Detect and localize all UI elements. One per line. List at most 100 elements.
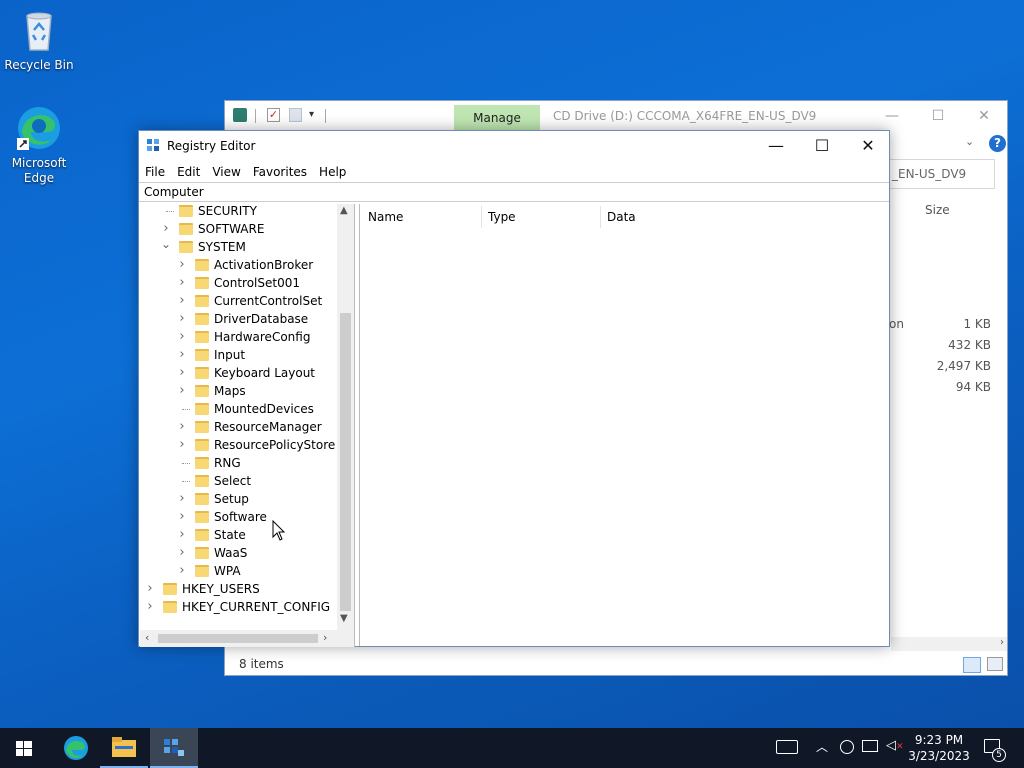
explorer-title-bar[interactable]: ✓ ▾ Manage CD Drive (D:) CCCOMA_X64FRE_E… (225, 101, 1007, 131)
menu-file[interactable]: File (139, 162, 171, 182)
column-header-name[interactable]: Name (368, 210, 403, 224)
tree-node[interactable]: MountedDevices (140, 400, 338, 418)
column-divider[interactable] (481, 206, 482, 228)
chevron-right-icon[interactable]: › (177, 526, 187, 544)
minimize-button[interactable]: — (869, 101, 915, 131)
scrollbar-thumb[interactable] (340, 313, 351, 611)
scroll-left-icon[interactable]: ‹ (145, 631, 149, 644)
chevron-right-icon[interactable]: › (177, 382, 187, 400)
tree-node[interactable]: › WPA (140, 562, 338, 580)
column-header-type[interactable]: Type (488, 210, 516, 224)
system-clock[interactable]: 9:23 PM 3/23/2023 (906, 732, 972, 764)
desktop-icon-recycle-bin[interactable]: Recycle Bin (3, 6, 75, 73)
chevron-right-icon[interactable]: › (177, 364, 187, 382)
tree-node[interactable]: › ResourceManager (140, 418, 338, 436)
file-explorer-icon (112, 737, 136, 757)
large-icons-view-icon[interactable] (987, 657, 1003, 671)
tree-vertical-scrollbar[interactable]: ▲ ▼ (337, 204, 354, 629)
column-header-data[interactable]: Data (607, 210, 636, 224)
checkmark-icon[interactable]: ✓ (267, 108, 280, 122)
chevron-right-icon[interactable]: › (177, 328, 187, 346)
tree-node[interactable]: › HKEY_CURRENT_CONFIG (140, 598, 338, 616)
properties-icon[interactable] (233, 108, 247, 122)
close-button[interactable]: ✕ (845, 131, 891, 161)
chevron-right-icon[interactable]: › (177, 346, 187, 364)
taskbar-edge-button[interactable] (52, 728, 100, 768)
tree-node[interactable]: › HardwareConfig (140, 328, 338, 346)
folder-icon (195, 439, 209, 451)
chevron-right-icon[interactable]: › (177, 544, 187, 562)
minimize-button[interactable]: — (753, 131, 799, 161)
network-icon[interactable] (862, 740, 878, 752)
expand-ribbon-icon[interactable]: ⌄ (965, 135, 974, 148)
tree-node[interactable]: › Setup (140, 490, 338, 508)
help-icon[interactable]: ? (989, 135, 1006, 152)
tree-node[interactable]: › HKEY_USERS (140, 580, 338, 598)
quick-access-dropdown-icon[interactable]: ▾ (309, 109, 314, 120)
toolbar-separator (325, 109, 326, 123)
chevron-right-icon[interactable]: › (177, 436, 187, 454)
maximize-button[interactable]: ☐ (799, 131, 845, 161)
scroll-right-icon[interactable]: › (1000, 637, 1004, 648)
menu-view[interactable]: View (206, 162, 246, 182)
regedit-title-bar[interactable]: Registry Editor — ☐ ✕ (139, 131, 889, 161)
menu-help[interactable]: Help (313, 162, 352, 182)
tree-node[interactable]: › ResourcePolicyStore (140, 436, 338, 454)
scroll-up-icon[interactable]: ▲ (340, 205, 348, 216)
manage-tab[interactable]: Manage (454, 105, 540, 131)
tree-node[interactable]: › Keyboard Layout (140, 364, 338, 382)
tree-horizontal-scrollbar[interactable]: ‹ › (140, 630, 354, 647)
chevron-right-icon[interactable]: › (145, 598, 155, 616)
registry-tree-pane[interactable]: SECURITY › SOFTWARE ⌄ SYSTEM › ActivationBroke… (140, 204, 355, 647)
chevron-right-icon[interactable]: › (177, 562, 187, 580)
registry-address-bar[interactable]: Computer (139, 182, 889, 202)
menu-favorites[interactable]: Favorites (247, 162, 313, 182)
explorer-horizontal-scrollbar[interactable]: › (891, 637, 1007, 651)
maximize-button[interactable]: ☐ (915, 101, 961, 131)
menu-edit[interactable]: Edit (171, 162, 206, 182)
column-divider[interactable] (600, 206, 601, 228)
scroll-down-icon[interactable]: ▼ (340, 613, 348, 624)
tree-node[interactable]: › Maps (140, 382, 338, 400)
new-folder-icon[interactable] (289, 108, 302, 122)
chevron-right-icon[interactable]: › (177, 490, 187, 508)
keyboard-icon[interactable] (776, 740, 798, 754)
scrollbar-corner (337, 629, 354, 646)
chevron-right-icon[interactable]: › (177, 292, 187, 310)
registry-editor-window[interactable]: Registry Editor — ☐ ✕ File Edit View Favori… (138, 130, 890, 647)
details-view-icon[interactable] (963, 657, 981, 673)
size-column-header[interactable]: Size (925, 203, 950, 217)
tree-node[interactable]: Select (140, 472, 338, 490)
show-hidden-icons-icon[interactable]: ︿ (816, 738, 828, 755)
tree-node[interactable]: › State (140, 526, 338, 544)
start-button[interactable] (0, 728, 48, 768)
chevron-right-icon[interactable]: › (177, 256, 187, 274)
explorer-address-bar[interactable]: _EN-US_DV9 (889, 159, 995, 189)
close-button[interactable]: ✕ (961, 101, 1007, 131)
meet-now-icon[interactable] (840, 740, 854, 754)
desktop-icon-microsoft-edge[interactable]: Microsoft Edge (3, 104, 75, 186)
tree-node[interactable]: SECURITY (140, 204, 338, 220)
chevron-right-icon[interactable]: › (177, 418, 187, 436)
tree-node[interactable]: › Input (140, 346, 338, 364)
chevron-right-icon[interactable]: › (145, 580, 155, 598)
tree-node[interactable]: › CurrentControlSet (140, 292, 338, 310)
chevron-right-icon[interactable]: › (177, 274, 187, 292)
tree-node[interactable]: › Software (140, 508, 338, 526)
chevron-down-icon[interactable]: ⌄ (161, 235, 171, 253)
tree-node[interactable]: RNG (140, 454, 338, 472)
taskbar-registry-editor-button[interactable] (150, 728, 198, 768)
tree-node[interactable]: › DriverDatabase (140, 310, 338, 328)
chevron-right-icon[interactable]: › (177, 508, 187, 526)
scroll-right-icon[interactable]: › (323, 631, 327, 644)
taskbar-file-explorer-button[interactable] (100, 728, 148, 768)
tree-node[interactable]: › WaaS (140, 544, 338, 562)
tree-node[interactable]: › ControlSet001 (140, 274, 338, 292)
chevron-right-icon[interactable]: › (177, 310, 187, 328)
tree-node-label: ResourcePolicyStore (214, 438, 336, 452)
tree-node[interactable]: ⌄ SYSTEM (140, 235, 338, 256)
scrollbar-thumb[interactable] (158, 634, 318, 643)
volume-muted-icon[interactable]: ◁✕ (886, 738, 904, 753)
registry-values-pane[interactable]: Name Type Data (359, 204, 889, 646)
tree-node[interactable]: › ActivationBroker (140, 256, 338, 274)
